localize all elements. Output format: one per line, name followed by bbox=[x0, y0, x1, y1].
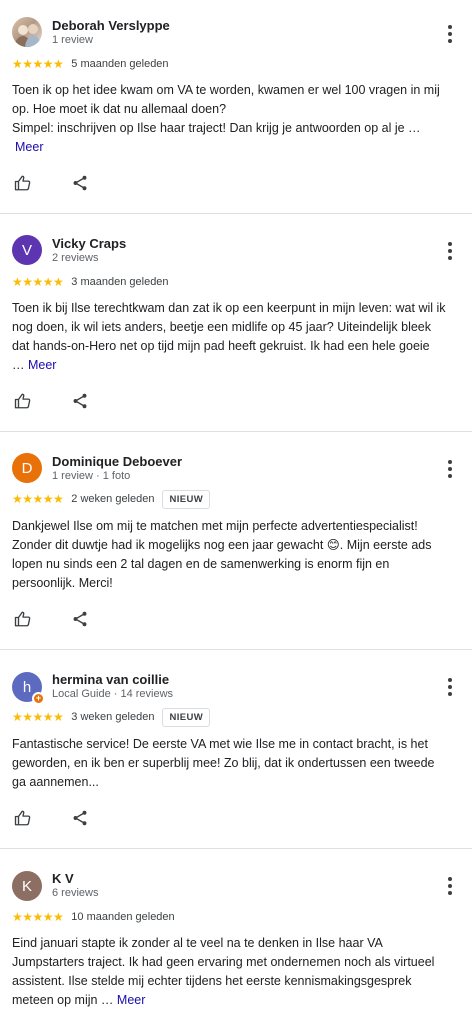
review-text-line: op. Hoe moet ik dat nu allemaal doen? bbox=[12, 102, 227, 116]
more-vert-icon bbox=[448, 25, 452, 29]
review-text: Dankjewel Ilse om mij te matchen met mij… bbox=[12, 517, 462, 593]
review-text: Eind januari stapte ik zonder al te veel… bbox=[12, 934, 462, 1010]
share-button[interactable] bbox=[69, 807, 91, 829]
star-rating: ★★★★★ bbox=[12, 710, 64, 724]
more-vert-icon bbox=[448, 242, 452, 246]
avatar-initial: h bbox=[22, 678, 32, 696]
more-options-button[interactable] bbox=[442, 23, 458, 45]
review-text: Toen ik op het idee kwam om VA te worden… bbox=[12, 81, 462, 157]
more-options-button[interactable] bbox=[442, 240, 458, 262]
more-vert-icon bbox=[448, 460, 452, 464]
read-more-link[interactable]: Meer bbox=[28, 358, 56, 372]
review-date: 10 maanden geleden bbox=[71, 911, 175, 923]
thumbs-up-icon bbox=[14, 175, 31, 191]
review-text-line: lopen nu sinds een 2 tal dagen en de sam… bbox=[12, 557, 390, 571]
reviewer-name[interactable]: hermina van coillie bbox=[52, 672, 169, 687]
local-guide-badge-icon: + bbox=[32, 692, 45, 705]
review-text-line: Toen ik bij Ilse terechtkwam dan zat ik … bbox=[12, 301, 446, 315]
rating-row: ★★★★★ 5 maanden geleden bbox=[12, 55, 169, 73]
review-card: D Dominique Deboever 1 review · 1 foto ★… bbox=[0, 432, 472, 649]
new-badge: NIEUW bbox=[162, 707, 211, 727]
review-text-line: Fantastische service! De eerste VA met w… bbox=[12, 737, 428, 751]
reviewer-meta: 2 reviews bbox=[52, 252, 99, 264]
read-more-link[interactable]: Meer bbox=[15, 140, 43, 154]
like-button[interactable] bbox=[12, 390, 34, 412]
share-icon bbox=[73, 611, 87, 627]
review-card: h + hermina van coillie Local Guide · 14… bbox=[0, 650, 472, 848]
more-vert-icon bbox=[448, 877, 452, 881]
share-button[interactable] bbox=[69, 390, 91, 412]
like-button[interactable] bbox=[12, 807, 34, 829]
review-text-line: Eind januari stapte ik zonder al te veel… bbox=[12, 936, 383, 950]
new-badge: NIEUW bbox=[162, 489, 211, 509]
star-rating: ★★★★★ bbox=[12, 57, 64, 71]
reviewer-meta: 1 review · 1 foto bbox=[52, 470, 131, 482]
read-more-link[interactable]: Meer bbox=[117, 993, 145, 1007]
rating-row: ★★★★★ 2 weken geleden NIEUW bbox=[12, 489, 211, 509]
avatar-initial: K bbox=[21, 877, 32, 895]
reviewer-name[interactable]: Dominique Deboever bbox=[52, 454, 182, 469]
review-text-line: meteen op mijn … bbox=[12, 993, 117, 1007]
reviewer-meta: Local Guide · 14 reviews bbox=[52, 688, 174, 700]
like-button[interactable] bbox=[12, 608, 34, 630]
avatar[interactable] bbox=[12, 17, 42, 47]
reviewer-name[interactable]: K V bbox=[52, 871, 74, 886]
reviewer-name[interactable]: Deborah Verslyppe bbox=[52, 18, 170, 33]
avatar[interactable]: V bbox=[12, 235, 42, 265]
more-options-button[interactable] bbox=[442, 875, 458, 897]
review-text-line: geworden, en ik ben er superblij mee! Zo… bbox=[12, 756, 435, 770]
review-text-line: … bbox=[12, 358, 28, 372]
review-text-line: Toen ik op het idee kwam om VA te worden… bbox=[12, 83, 440, 97]
review-text-line: persoonlijk. Merci! bbox=[12, 576, 113, 590]
rating-row: ★★★★★ 3 maanden geleden bbox=[12, 273, 169, 291]
share-button[interactable] bbox=[69, 608, 91, 630]
star-rating: ★★★★★ bbox=[12, 275, 64, 289]
reviewer-name[interactable]: Vicky Craps bbox=[52, 236, 126, 251]
review-text-line: dat hands-on-Hero net op tijd mijn pad h… bbox=[12, 339, 430, 353]
review-text-line: Simpel: inschrijven op Ilse haar traject… bbox=[12, 121, 421, 135]
avatar[interactable]: K bbox=[12, 871, 42, 901]
thumbs-up-icon bbox=[14, 611, 31, 627]
avatar[interactable]: D bbox=[12, 453, 42, 483]
more-options-button[interactable] bbox=[442, 676, 458, 698]
avatar-initial: D bbox=[21, 459, 33, 477]
like-button[interactable] bbox=[12, 172, 34, 194]
avatar[interactable]: h + bbox=[12, 672, 45, 705]
thumbs-up-icon bbox=[14, 810, 31, 826]
avatar-initial: V bbox=[21, 241, 32, 259]
thumbs-up-icon bbox=[14, 393, 31, 409]
review-date: 3 maanden geleden bbox=[71, 276, 169, 288]
review-text: Toen ik bij Ilse terechtkwam dan zat ik … bbox=[12, 299, 462, 375]
review-date: 3 weken geleden bbox=[71, 711, 155, 723]
review-date: 2 weken geleden bbox=[71, 493, 155, 505]
rating-row: ★★★★★ 10 maanden geleden bbox=[12, 908, 175, 926]
review-card: K K V 6 reviews ★★★★★ 10 maanden geleden… bbox=[0, 849, 472, 1024]
review-text-line: nog doen, ik wil iets anders, beetje een… bbox=[12, 320, 432, 334]
more-vert-icon bbox=[448, 678, 452, 682]
star-rating: ★★★★★ bbox=[12, 492, 64, 506]
more-options-button[interactable] bbox=[442, 458, 458, 480]
review-text-line: ga aannemen... bbox=[12, 775, 99, 789]
review-card: Deborah Verslyppe 1 review ★★★★★ 5 maand… bbox=[0, 0, 472, 213]
share-button[interactable] bbox=[69, 172, 91, 194]
review-text-line: Jumpstarters traject. Ik had geen ervari… bbox=[12, 955, 435, 969]
share-icon bbox=[73, 810, 87, 826]
review-text-line: assistent. Ilse stelde mij echter tijden… bbox=[12, 974, 412, 988]
review-date: 5 maanden geleden bbox=[71, 58, 169, 70]
star-rating: ★★★★★ bbox=[12, 910, 64, 924]
share-icon bbox=[73, 393, 87, 409]
review-text-line: Dankjewel Ilse om mij te matchen met mij… bbox=[12, 519, 418, 533]
reviewer-meta: 1 review bbox=[52, 34, 93, 46]
rating-row: ★★★★★ 3 weken geleden NIEUW bbox=[12, 707, 211, 727]
profile-photo-icon bbox=[14, 24, 41, 47]
review-text-line: Zonder dit duwtje had ik mogelijks nog e… bbox=[12, 538, 432, 552]
share-icon bbox=[73, 175, 87, 191]
review-card: V Vicky Craps 2 reviews ★★★★★ 3 maanden … bbox=[0, 214, 472, 431]
review-text: Fantastische service! De eerste VA met w… bbox=[12, 735, 462, 792]
reviewer-meta: 6 reviews bbox=[52, 887, 99, 899]
